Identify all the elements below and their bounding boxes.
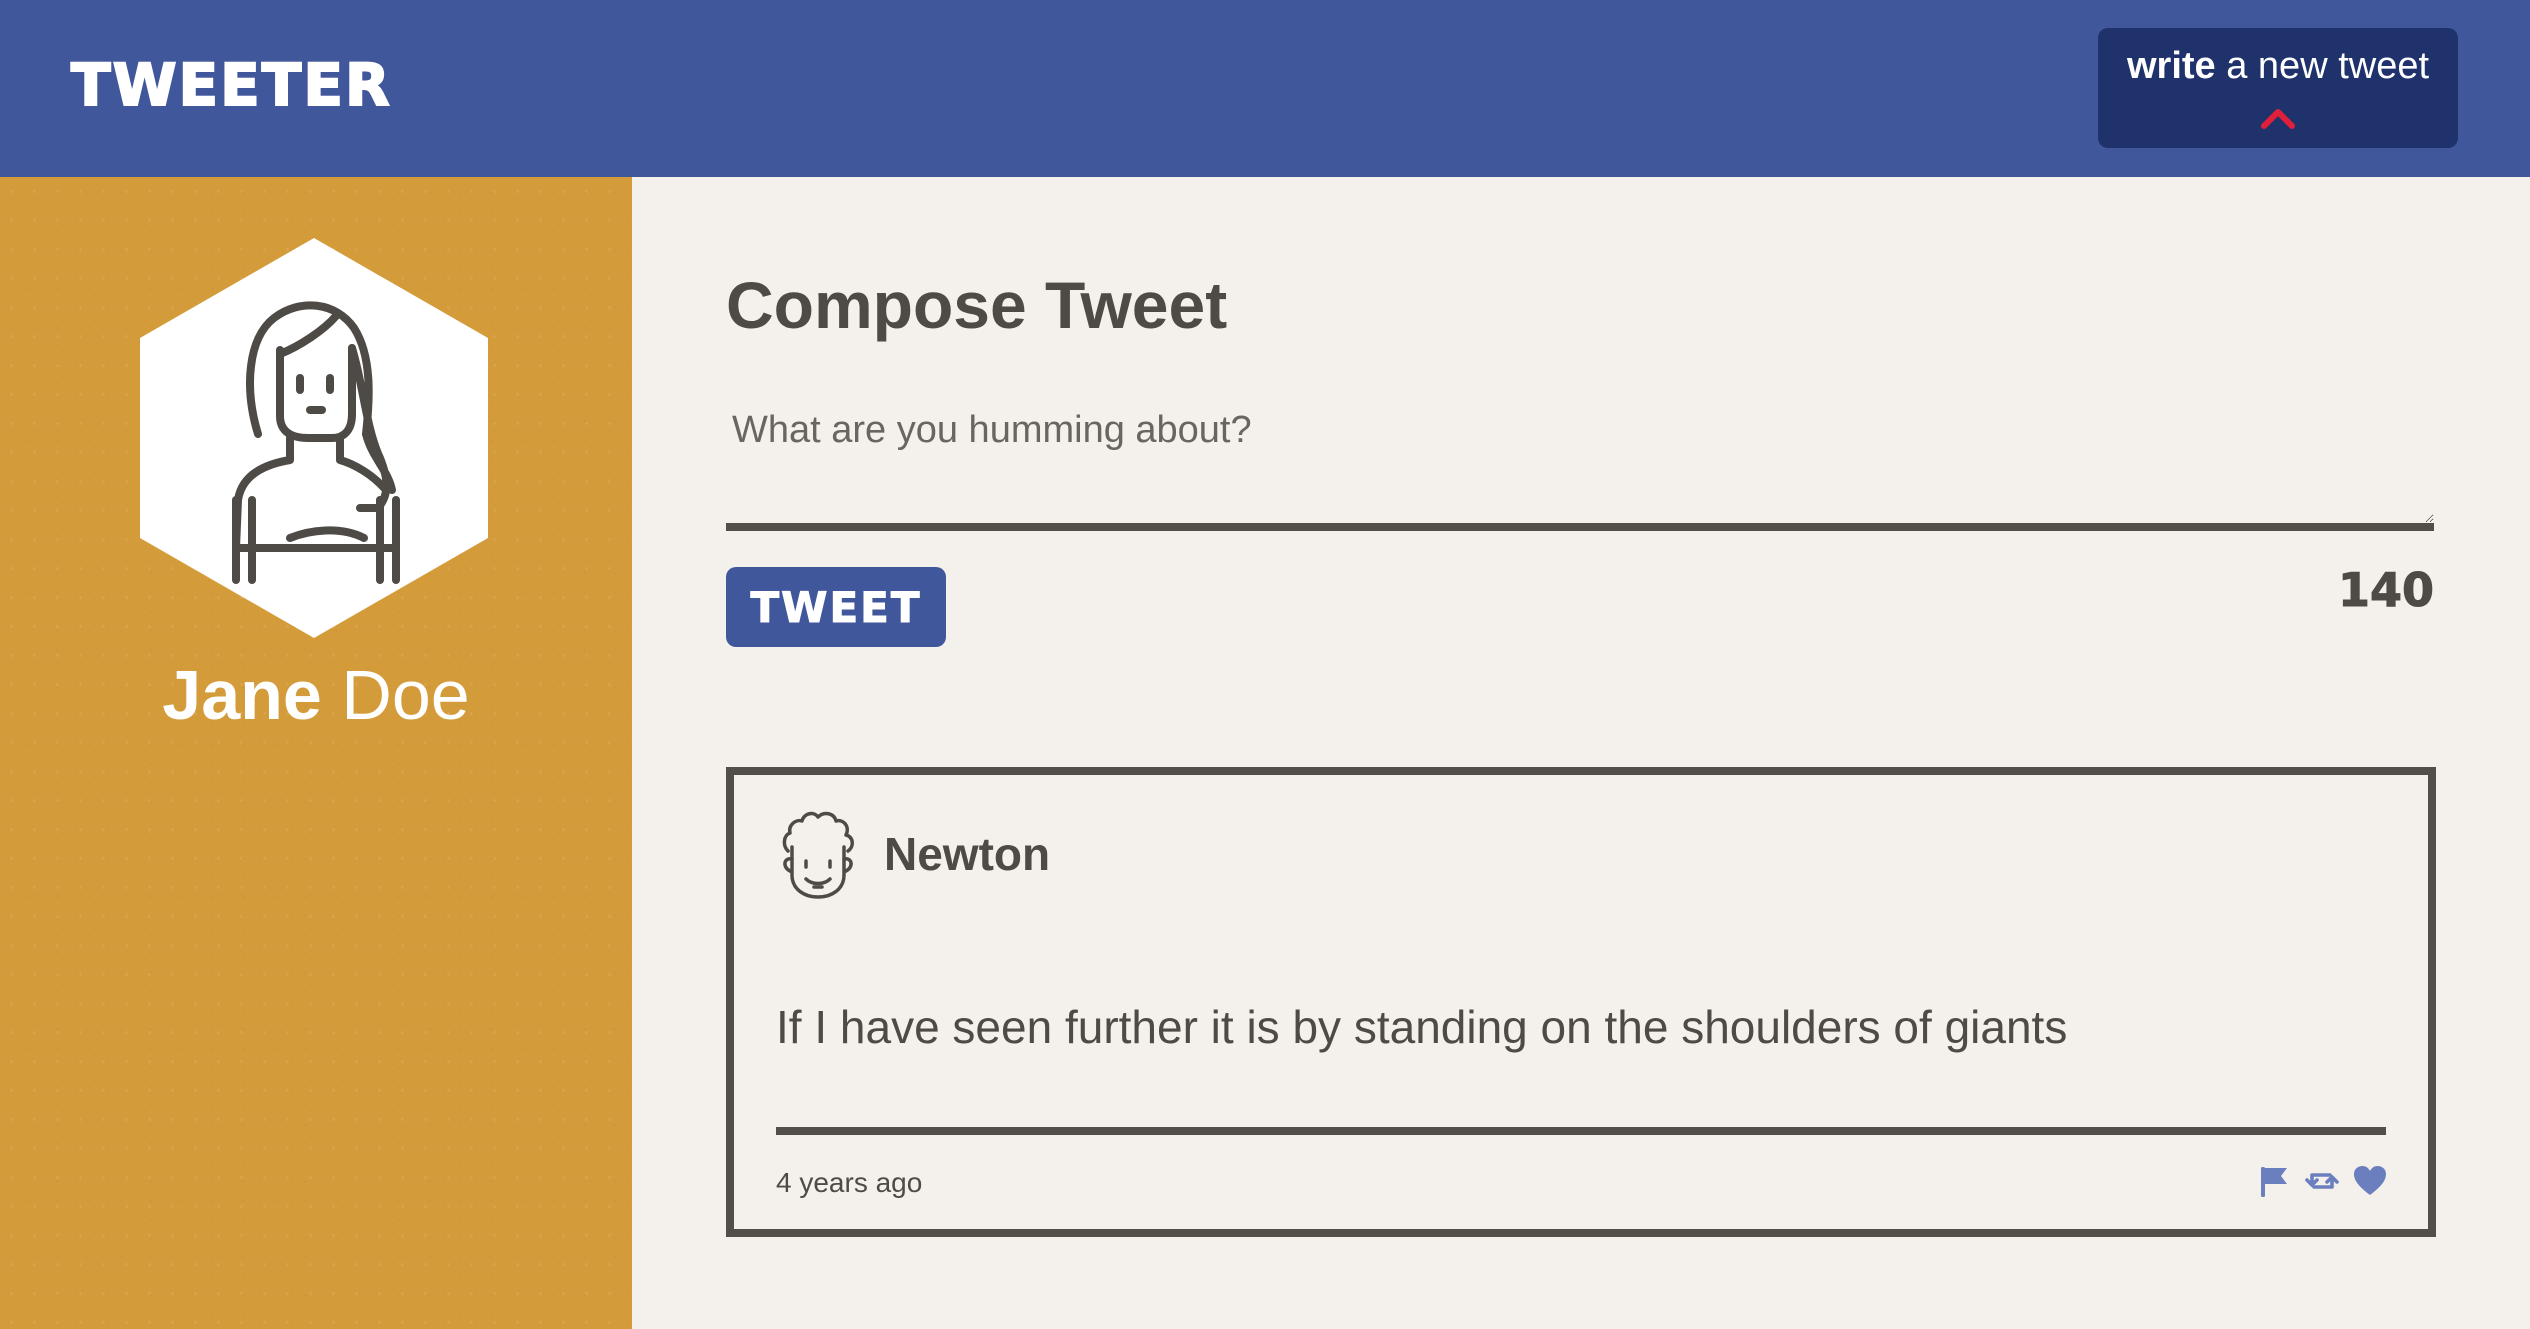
main-content: Compose Tweet TWEET 140 Newton If I have bbox=[632, 177, 2530, 1329]
write-new-tweet-rest: a new tweet bbox=[2215, 45, 2430, 87]
flag-icon[interactable] bbox=[2256, 1163, 2292, 1199]
profile-first-name: Jane bbox=[162, 656, 322, 734]
character-counter: 140 bbox=[2337, 563, 2434, 618]
retweet-icon[interactable] bbox=[2304, 1163, 2340, 1199]
chevron-up-icon bbox=[2261, 109, 2295, 129]
tweet-divider bbox=[776, 1127, 2386, 1135]
write-new-tweet-bold: write bbox=[2126, 45, 2216, 87]
woman-avatar-icon bbox=[140, 238, 488, 638]
heart-icon[interactable] bbox=[2352, 1163, 2388, 1199]
compose-title: Compose Tweet bbox=[726, 268, 1228, 342]
profile-sidebar: Jane Doe bbox=[0, 177, 632, 1329]
write-new-tweet-button[interactable]: write a new tweet bbox=[2098, 28, 2458, 148]
write-new-tweet-label: write a new tweet bbox=[2098, 45, 2458, 88]
top-nav: TWEETER write a new tweet bbox=[0, 0, 2530, 177]
tweet-card: Newton If I have seen further it is by s… bbox=[726, 767, 2436, 1237]
tweet-textarea[interactable] bbox=[726, 405, 2434, 531]
tweet-body-text: If I have seen further it is by standing… bbox=[776, 1001, 2068, 1053]
tweet-actions bbox=[2256, 1163, 2388, 1199]
profile-name: Jane Doe bbox=[0, 657, 632, 734]
man-avatar-icon bbox=[782, 811, 854, 899]
tweet-submit-button[interactable]: TWEET bbox=[726, 567, 946, 647]
brand-logo[interactable]: TWEETER bbox=[70, 55, 392, 115]
tweet-author-name[interactable]: Newton bbox=[884, 827, 1050, 881]
profile-last-name: Doe bbox=[341, 656, 470, 734]
tweet-timestamp: 4 years ago bbox=[776, 1167, 923, 1198]
